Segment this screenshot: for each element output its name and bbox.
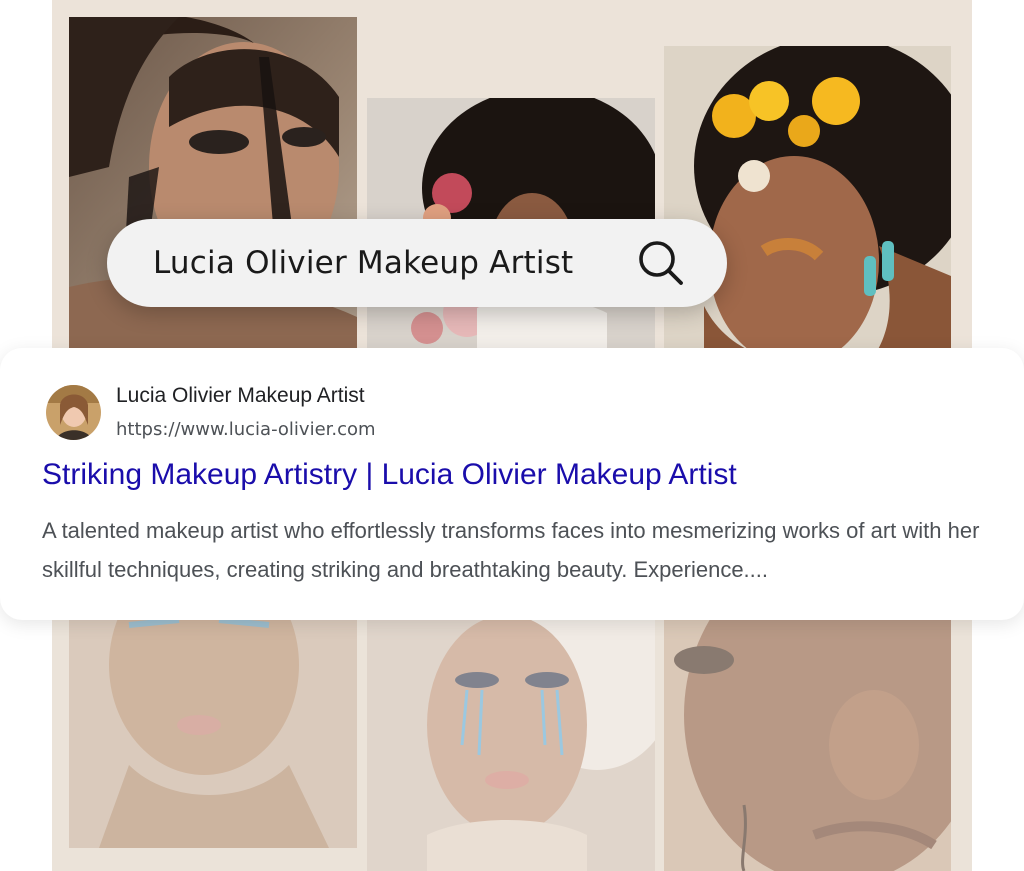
site-favicon-avatar	[46, 385, 101, 440]
page: Lucia Olivier Makeup Artist Lucia Olivie…	[0, 0, 1024, 871]
result-snippet: A talented makeup artist who effortlessl…	[42, 518, 980, 582]
search-result-card: Lucia Olivier Makeup Artist https://www.…	[0, 348, 1024, 620]
gallery-photo-yellow-flowers	[664, 46, 951, 362]
result-url[interactable]: https://www.lucia-olivier.com	[116, 419, 376, 440]
result-site-name: Lucia Olivier Makeup Artist	[116, 384, 365, 407]
gallery-fade-overlay	[52, 600, 972, 871]
search-bar[interactable]: Lucia Olivier Makeup Artist	[107, 219, 727, 307]
result-title-link[interactable]: Striking Makeup Artistry | Lucia Olivier…	[42, 458, 737, 492]
gallery-photo-dramatic-makeup	[69, 17, 357, 362]
search-icon[interactable]	[635, 237, 687, 289]
search-query-text[interactable]: Lucia Olivier Makeup Artist	[153, 245, 635, 281]
